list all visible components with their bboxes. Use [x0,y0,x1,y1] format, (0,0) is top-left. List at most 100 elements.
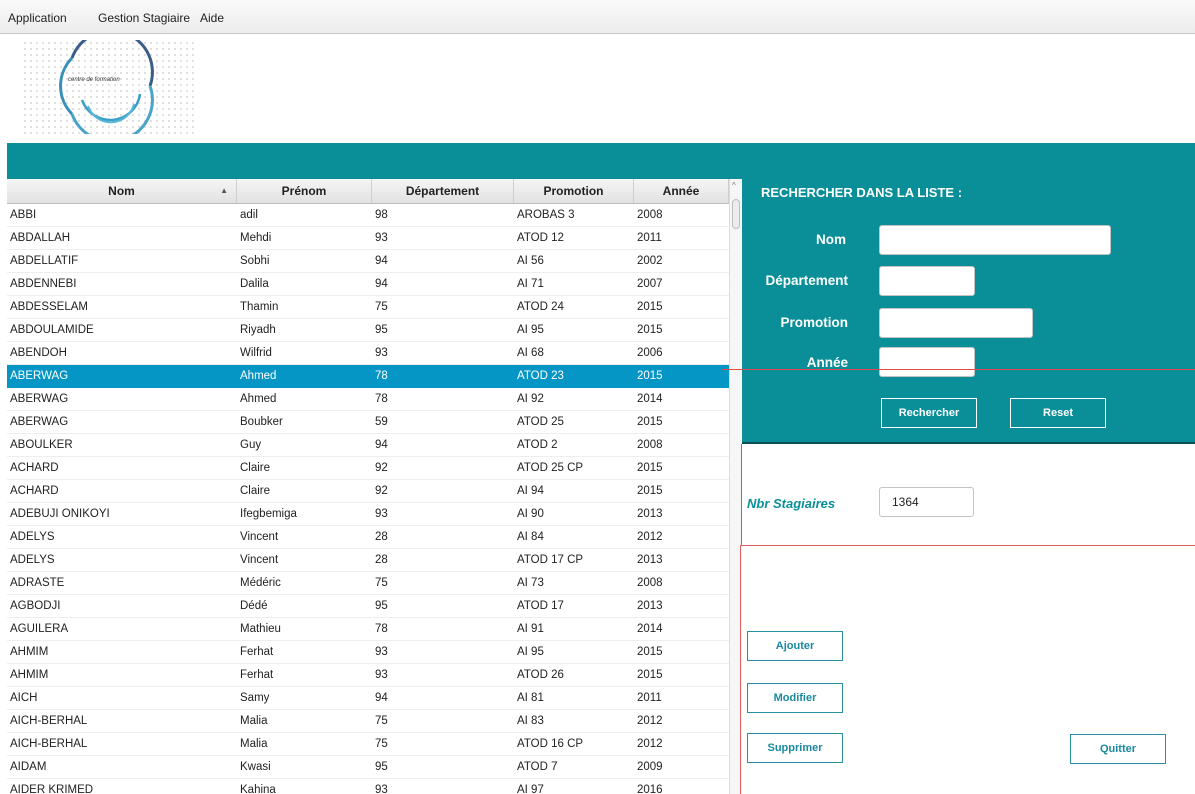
cell-departement: 78 [375,370,388,382]
table-row[interactable]: AIDAM Kwasi 95 ATOD 7 2009 [7,756,729,779]
table-row[interactable]: AICH-BERHAL Malia 75 AI 83 2012 [7,710,729,733]
cell-promotion: ATOD 12 [517,232,564,244]
cell-departement: 95 [375,600,388,612]
table-row[interactable]: ADELYS Vincent 28 ATOD 17 CP 2013 [7,549,729,572]
scroll-up-icon[interactable]: ^ [732,181,736,190]
table-row[interactable]: ABERWAG Boubker 59 ATOD 25 2015 [7,411,729,434]
cell-prenom: Claire [240,485,271,497]
quitter-button[interactable]: Quitter [1070,734,1166,764]
cell-departement: 78 [375,393,388,405]
cell-promotion: AROBAS 3 [517,209,575,221]
cell-nom: ADELYS [10,531,55,543]
table-row[interactable]: AHMIM Ferhat 93 ATOD 26 2015 [7,664,729,687]
cell-annee: 2013 [637,600,663,612]
cell-prenom: Samy [240,692,270,704]
table-row[interactable]: ADEBUJI ONIKOYI Ifegbemiga 93 AI 90 2013 [7,503,729,526]
cell-annee: 2008 [637,577,663,589]
nom-input[interactable] [879,225,1111,255]
annee-input[interactable] [879,347,975,377]
scroll-thumb[interactable] [732,199,740,229]
modifier-button[interactable]: Modifier [747,683,843,713]
promotion-label: Promotion [780,315,849,330]
reset-button[interactable]: Reset [1010,398,1106,428]
cell-prenom: Kahina [240,784,276,794]
search-panel: RECHERCHER DANS LA LISTE : Nom Départeme… [742,179,1195,443]
cell-departement: 78 [375,623,388,635]
cell-prenom: Ahmed [240,393,277,405]
cell-nom: ABDALLAH [10,232,71,244]
cell-departement: 93 [375,669,388,681]
column-header-promotion[interactable]: Promotion [514,179,634,203]
cell-nom: ABERWAG [10,370,69,382]
table-row[interactable]: ABDALLAH Mehdi 93 ATOD 12 2011 [7,227,729,250]
table-row[interactable]: ABOULKER Guy 94 ATOD 2 2008 [7,434,729,457]
cell-promotion: AI 71 [517,278,544,290]
cell-departement: 93 [375,232,388,244]
cell-prenom: Vincent [240,531,279,543]
cell-annee: 2013 [637,554,663,566]
cell-promotion: AI 73 [517,577,544,589]
cell-annee: 2008 [637,209,663,221]
supprimer-button[interactable]: Supprimer [747,733,843,763]
table-row[interactable]: AICH-BERHAL Malia 75 ATOD 16 CP 2012 [7,733,729,756]
cell-nom: AIDER KRIMED [10,784,94,794]
cell-nom: ADELYS [10,554,55,566]
cell-nom: ABDELLATIF [10,255,79,267]
departement-input[interactable] [879,266,975,296]
table-row[interactable]: ABDESSELAM Thamin 75 ATOD 24 2015 [7,296,729,319]
cell-prenom: Boubker [240,416,283,428]
logo-rings-icon [59,40,154,134]
table-row[interactable]: AGBODJI Dédé 95 ATOD 17 2013 [7,595,729,618]
table-row[interactable]: ABDENNEBI Dalila 94 AI 71 2007 [7,273,729,296]
cell-prenom: Ferhat [240,669,274,681]
menu-gestion-stagiaire[interactable]: Gestion Stagiaire [98,11,190,25]
cell-nom: ABERWAG [10,416,69,428]
cell-annee: 2015 [637,646,663,658]
cell-nom: ABDESSELAM [10,301,88,313]
promotion-input[interactable] [879,308,1033,338]
table-row[interactable]: ACHARD Claire 92 AI 94 2015 [7,480,729,503]
column-header-annee[interactable]: Année [634,179,729,203]
table-row[interactable]: ADRASTE Médéric 75 AI 73 2008 [7,572,729,595]
cell-departement: 59 [375,416,388,428]
cell-annee: 2014 [637,393,663,405]
table-row[interactable]: ADELYS Vincent 28 AI 84 2012 [7,526,729,549]
table-row[interactable]: ABENDOH Wilfrid 93 AI 68 2006 [7,342,729,365]
nom-label: Nom [816,232,846,247]
stagiaires-table[interactable]: Nom ▲ Prénom Département Promotion Année… [7,179,742,794]
table-row[interactable]: AGUILERA Mathieu 78 AI 91 2014 [7,618,729,641]
divider [741,444,742,545]
cell-prenom: Riyadh [240,324,276,336]
column-header-prenom[interactable]: Prénom [237,179,372,203]
table-row[interactable]: ABERWAG Ahmed 78 ATOD 23 2015 [7,365,729,388]
column-header-departement[interactable]: Département [372,179,514,203]
cell-promotion: AI 56 [517,255,544,267]
table-row[interactable]: ABERWAG Ahmed 78 AI 92 2014 [7,388,729,411]
table-row[interactable]: ABDOULAMIDE Riyadh 95 AI 95 2015 [7,319,729,342]
table-row[interactable]: ACHARD Claire 92 ATOD 25 CP 2015 [7,457,729,480]
cell-promotion: AI 81 [517,692,544,704]
table-row[interactable]: ABDELLATIF Sobhi 94 AI 56 2002 [7,250,729,273]
rechercher-button[interactable]: Rechercher [881,398,977,428]
table-row[interactable]: ABBI adil 98 AROBAS 3 2008 [7,204,729,227]
cell-nom: ABDENNEBI [10,278,77,290]
cell-annee: 2011 [637,232,662,244]
table-row[interactable]: AIDER KRIMED Kahina 93 AI 97 2016 [7,779,729,794]
cell-prenom: Ahmed [240,370,277,382]
cell-prenom: Dédé [240,600,268,612]
table-row[interactable]: AICH Samy 94 AI 81 2011 [7,687,729,710]
cell-promotion: AI 90 [517,508,544,520]
header-banner [7,143,1195,179]
cell-departement: 94 [375,255,388,267]
cell-prenom: Mehdi [240,232,272,244]
ajouter-button[interactable]: Ajouter [747,631,843,661]
cell-prenom: Malia [240,738,268,750]
table-row[interactable]: AHMIM Ferhat 93 AI 95 2015 [7,641,729,664]
menu-aide[interactable]: Aide [200,11,224,25]
column-header-nom[interactable]: Nom ▲ [7,179,237,203]
menu-application[interactable]: Application [8,11,67,25]
cell-nom: AICH-BERHAL [10,715,88,727]
cell-annee: 2006 [637,347,663,359]
cell-annee: 2012 [637,715,663,727]
cell-nom: ABDOULAMIDE [10,324,94,336]
